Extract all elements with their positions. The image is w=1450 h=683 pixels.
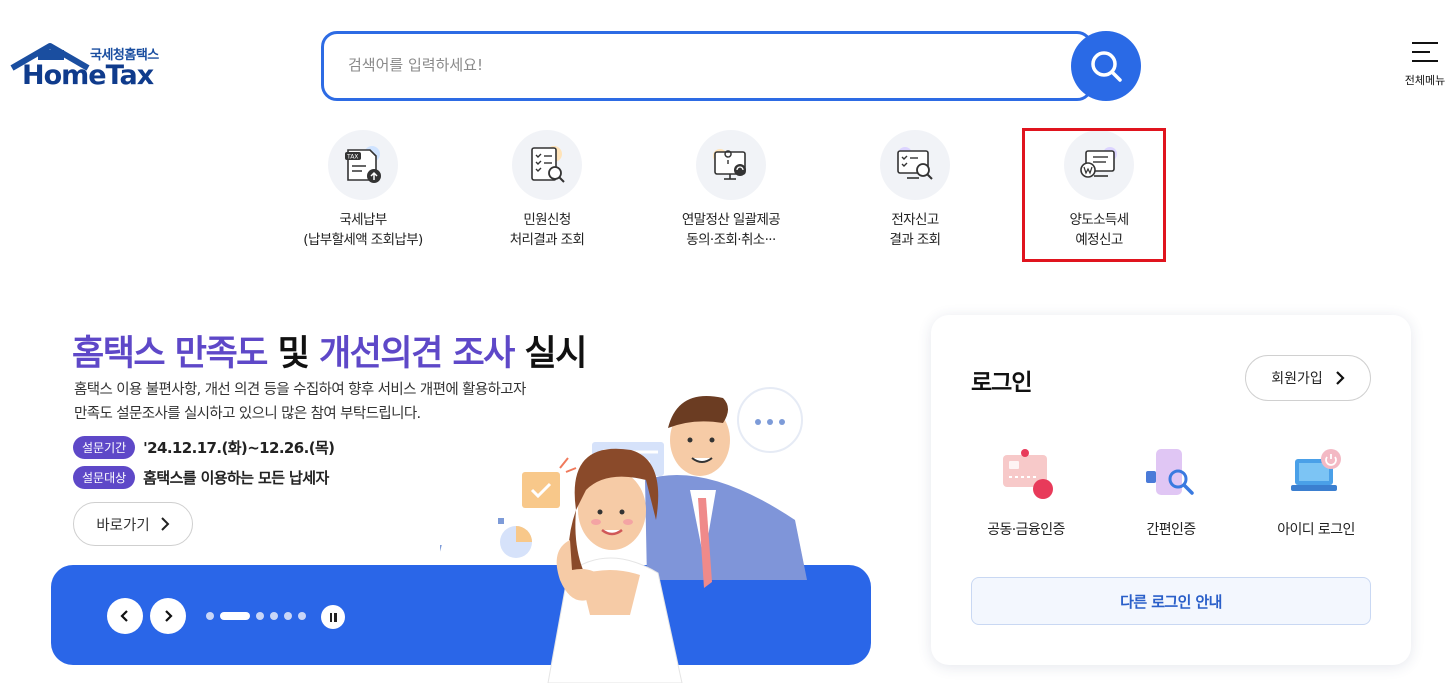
quick-menu-year-end-settlement[interactable]: 연말정산 일괄제공 동의·조회·취소··· [641,130,821,250]
search-input[interactable] [348,56,1048,74]
banner-dot-active[interactable] [220,612,250,620]
survey-target-tag: 설문대상 [73,466,136,489]
banner-pagination [206,612,306,620]
quick-menu-label: 민원신청 처리결과 조회 [509,212,585,248]
login-option-label: 아이디 로그인 [1277,522,1355,538]
document-search-icon [512,130,582,200]
quick-menu-e-filing-result[interactable]: 전자신고 결과 조회 [825,130,1005,250]
all-menu-label: 전체메뉴 [1404,74,1446,87]
login-panel: 로그인 회원가입 공동·금융인증 간편인증 아이디 로그인 다른 로그인 안내 [931,315,1411,665]
phone-auth-icon [1096,443,1246,507]
search-icon [1091,51,1122,82]
chevron-right-icon [160,517,170,531]
banner-dot[interactable] [256,612,264,620]
monitor-location-icon [696,130,766,200]
go-button-label: 바로가기 [96,517,150,534]
banner-prev-button[interactable] [107,598,143,634]
quick-menu-label: 전자신고 결과 조회 [889,212,942,248]
signup-label: 회원가입 [1271,371,1323,387]
quick-menu-label: 연말정산 일괄제공 동의·조회·취소··· [681,212,781,248]
banner-dot[interactable] [270,612,278,620]
other-login-guide-button[interactable]: 다른 로그인 안내 [971,577,1371,625]
login-title: 로그인 [971,370,1032,396]
survey-period-text: '24.12.17.(화)~12.26.(목) [143,439,335,457]
chevron-right-icon [165,610,173,622]
certificate-icon [951,443,1101,507]
search-box [321,31,1093,101]
survey-target-text: 홈택스를 이용하는 모든 납세자 [143,469,329,487]
tax-payment-icon: TAX [328,130,398,200]
highlight-box [1022,128,1166,262]
login-id-option[interactable]: 아이디 로그인 [1241,443,1391,539]
survey-period-tag: 설문기간 [73,436,136,459]
logo-title: HomeTax [22,60,154,91]
login-simple-auth-option[interactable]: 간편인증 [1096,443,1246,539]
all-menu-button[interactable]: 전체메뉴 [1400,42,1450,88]
survey-period-row: 설문기간 '24.12.17.(화)~12.26.(목) [73,436,335,459]
banner-dot[interactable] [284,612,292,620]
pause-icon [329,612,332,622]
quick-menu-label: 국세납부 (납부할세액 조회납부) [303,212,423,248]
quick-menu-tax-payment[interactable]: TAX 국세납부 (납부할세액 조회납부) [273,130,453,250]
banner-next-button[interactable] [150,598,186,634]
banner-title: 홈택스 만족도 및 개선의견 조사 실시 [72,334,587,374]
quick-menu-civil-petition[interactable]: 민원신청 처리결과 조회 [457,130,637,250]
banner-dot[interactable] [298,612,306,620]
banner-pause-button[interactable] [321,605,345,629]
login-certificate-option[interactable]: 공동·금융인증 [951,443,1101,539]
svg-text:TAX: TAX [346,154,358,161]
chevron-right-icon [1335,371,1345,385]
chevron-left-icon [120,610,128,622]
survey-target-row: 설문대상 홈택스를 이용하는 모든 납세자 [73,466,329,489]
go-button[interactable]: 바로가기 [73,502,193,546]
search-button[interactable] [1071,31,1141,101]
signup-button[interactable]: 회원가입 [1245,355,1371,401]
banner-dot[interactable] [206,612,214,620]
hometax-logo[interactable]: 국세청홈택스 HomeTax [10,40,180,95]
hamburger-icon [1412,42,1438,62]
login-option-label: 공동·금융인증 [987,522,1065,538]
login-option-label: 간편인증 [1146,522,1196,538]
laptop-login-icon [1241,443,1391,507]
hometax-page: 국세청홈택스 HomeTax 전체메뉴 TAX [0,0,1450,683]
monitor-search-icon [880,130,950,200]
survey-people-illustration [440,387,807,683]
